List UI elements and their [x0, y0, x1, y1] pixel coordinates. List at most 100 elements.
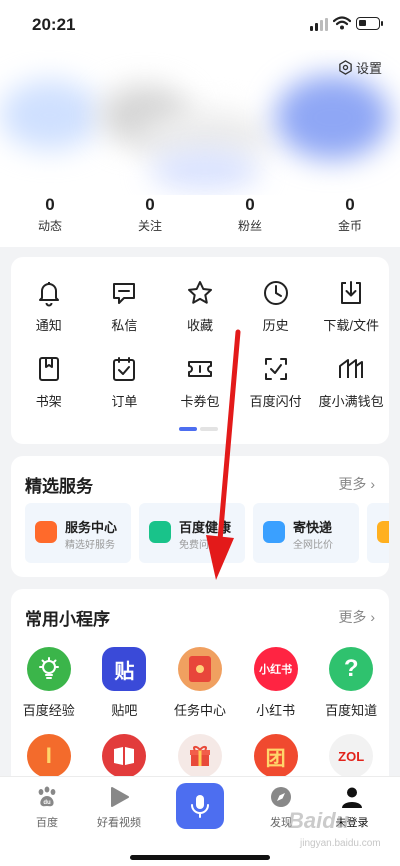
order-icon [113, 357, 136, 381]
mini-program-label: 百度知道 [325, 703, 378, 718]
service-item[interactable] [367, 503, 389, 563]
group-buy-glyph: 团 [265, 747, 286, 770]
voice-search-button[interactable] [176, 783, 224, 829]
grid-item-label: 书架 [35, 394, 62, 409]
grid-item-label: 下载/文件 [323, 318, 379, 333]
chevron-right-icon: › [370, 609, 375, 625]
mini-program-label: 贴吧 [111, 703, 138, 718]
profile-blur-2 [150, 150, 260, 190]
stat-coins[interactable]: 0 金币 [300, 195, 400, 247]
grid-item-downloads[interactable]: 下载/文件 [313, 279, 389, 334]
page-indicator [179, 427, 218, 431]
grid-item-messages[interactable]: 私信 [87, 279, 163, 334]
settings-label: 设置 [355, 61, 382, 76]
grid-item-label: 卡券包 [180, 394, 220, 409]
stat-label: 金币 [337, 219, 362, 233]
avatar-blur [0, 80, 100, 150]
grid-item-favorites[interactable]: 收藏 [162, 279, 238, 334]
mini-program-item[interactable] [162, 734, 238, 778]
mini-program-item[interactable]: 贴 贴吧 [87, 647, 163, 719]
settings-button[interactable]: 设置 [338, 58, 382, 77]
ticket-icon [187, 361, 212, 377]
health-icon [149, 521, 171, 543]
wallet-icon [339, 359, 364, 378]
tab-video[interactable]: 好看视频 [84, 785, 154, 830]
section-title: 精选服务 [25, 477, 93, 496]
bell-icon [38, 282, 59, 307]
function-grid-card: 通知 私信 收藏 历史 下载/文件 书架 订单 卡券包 百度闪付 度小满钱包 [11, 257, 389, 444]
message-icon [113, 283, 136, 304]
status-bar: 20:21 [0, 0, 400, 50]
service-list: 服务中心 精选好服务 百度健康 免费问医生 寄快递 全网比价 [25, 503, 389, 563]
service-icon [377, 521, 389, 543]
service-name: 百度健康 [179, 520, 232, 535]
tieba-glyph: 贴 [114, 660, 135, 683]
service-desc: 全网比价 [293, 540, 333, 551]
question-glyph: ? [343, 655, 359, 682]
grid-item-wallet[interactable]: 度小满钱包 [313, 355, 389, 410]
download-icon [341, 281, 362, 304]
stat-fans[interactable]: 0 粉丝 [200, 195, 300, 247]
more-link[interactable]: 更多 › [338, 607, 375, 627]
service-item[interactable]: 服务中心 精选好服务 [25, 503, 131, 563]
mini-program-item[interactable]: ? 百度知道 [313, 647, 389, 719]
book-icon [102, 734, 147, 778]
baidu-paw-icon: du [38, 786, 56, 807]
mini-program-item[interactable]: ZOL [313, 734, 389, 778]
mini-program-item[interactable]: 百度经验 [11, 647, 87, 719]
grid-item-notifications[interactable]: 通知 [11, 279, 87, 334]
mini-program-item[interactable] [87, 734, 163, 778]
grid-item-bookshelf[interactable]: 书架 [11, 355, 87, 410]
stat-label: 动态 [37, 219, 62, 233]
grid-item-label: 订单 [111, 394, 138, 409]
mini-program-label: 任务中心 [173, 703, 226, 718]
grid-item-history[interactable]: 历史 [238, 279, 314, 334]
mini-program-item[interactable]: 小红书 小红书 [238, 647, 314, 719]
user-icon [342, 787, 362, 808]
service-center-icon [35, 521, 57, 543]
mini-program-item[interactable]: I [11, 734, 87, 778]
stat-value: 0 [345, 195, 355, 214]
svg-text:du: du [43, 800, 51, 806]
service-name: 服务中心 [65, 520, 118, 535]
grid-item-coupons[interactable]: 卡券包 [162, 355, 238, 410]
bookshelf-icon [38, 357, 59, 381]
tab-home[interactable]: du 百度 [12, 785, 82, 830]
stats-row: 0 动态 0 关注 0 粉丝 0 金币 [0, 195, 400, 247]
tab-label: 百度 [36, 817, 58, 829]
microphone-icon [191, 795, 209, 818]
more-link[interactable]: 更多 › [338, 474, 375, 494]
mini-program-label: 百度经验 [22, 703, 75, 718]
stat-value: 0 [45, 195, 55, 214]
clock-icon [263, 281, 288, 305]
tab-label: 好看视频 [97, 817, 141, 829]
service-item[interactable]: 百度健康 免费问医生 [139, 503, 245, 563]
stat-following[interactable]: 0 关注 [100, 195, 200, 247]
battery-icon [356, 17, 383, 30]
featured-services-card: 精选服务 更多 › 服务中心 精选好服务 百度健康 免费问医生 寄快递 全网比价 [11, 456, 389, 577]
stat-value: 0 [245, 195, 255, 214]
settings-icon [339, 60, 352, 75]
section-title: 常用小程序 [25, 610, 110, 629]
service-item[interactable]: 寄快递 全网比价 [253, 503, 359, 563]
question-icon: ? [329, 647, 374, 691]
stat-posts[interactable]: 0 动态 [0, 195, 100, 247]
coin-pot-icon: I [26, 734, 71, 778]
play-icon [111, 787, 129, 807]
star-icon [187, 281, 212, 304]
xiaohongshu-glyph: 小红书 [259, 664, 293, 676]
grid-item-orders[interactable]: 订单 [87, 355, 163, 410]
compass-icon [271, 787, 291, 807]
grid-item-label: 收藏 [186, 318, 213, 333]
page-dot [200, 427, 218, 431]
scan-check-icon [264, 358, 287, 380]
profile-header[interactable]: 设置 [0, 50, 400, 195]
zol-glyph: ZOL [338, 748, 365, 764]
grid-item-label: 百度闪付 [249, 394, 302, 409]
mini-program-item[interactable]: 团 [238, 734, 314, 778]
red-envelope-icon [177, 647, 222, 691]
more-label: 更多 [338, 476, 367, 492]
grid-item-baidu-pay[interactable]: 百度闪付 [238, 355, 314, 410]
home-indicator [130, 855, 270, 860]
mini-program-item[interactable]: 任务中心 [162, 647, 238, 719]
